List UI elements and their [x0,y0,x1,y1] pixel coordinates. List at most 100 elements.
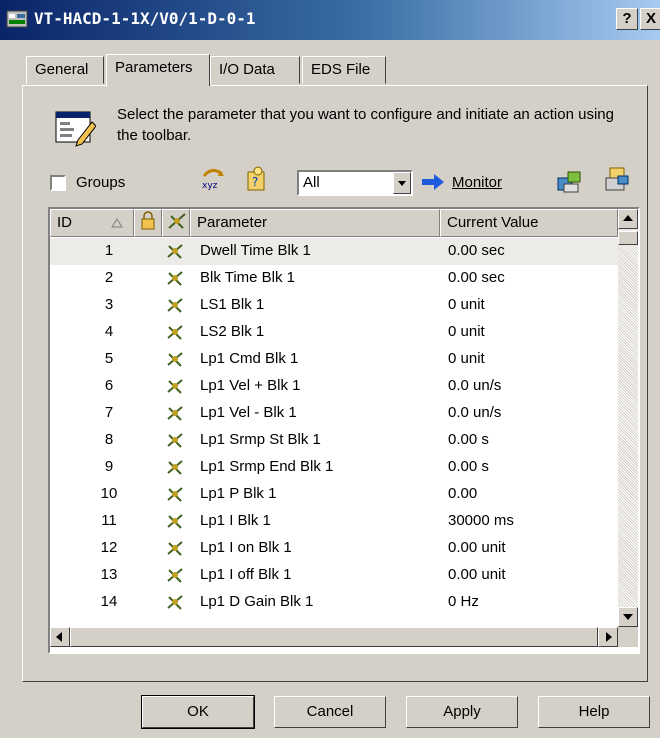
row-current-value: 30000 ms [448,512,514,529]
table-row[interactable]: 10 Lp1 P Blk 1 0.00 [50,481,618,508]
row-parameter: Lp1 Vel - Blk 1 [200,404,297,421]
tab-io-data[interactable]: I/O Data [210,56,300,84]
svg-text:?: ? [252,175,258,189]
monitor-arrow-icon[interactable] [420,172,446,192]
ok-button[interactable]: OK [141,695,255,729]
sort-xyz-icon[interactable]: xyz [200,166,226,192]
apply-button[interactable]: Apply [406,696,518,728]
row-id: 14 [100,593,118,610]
row-parameter: Lp1 Srmp End Blk 1 [200,458,334,475]
filter-select-value: All [303,174,320,191]
row-parameter: Lp1 Srmp St Blk 1 [200,431,321,448]
table-row[interactable]: 5 Lp1 Cmd Blk 1 0 unit [50,346,618,373]
title-bar[interactable]: VT-HACD-1-1X/V0/1-D-0-1 ? X [0,0,660,40]
row-parameter: Lp1 Cmd Blk 1 [200,350,299,367]
row-parameter: LS2 Blk 1 [200,323,265,340]
column-header-parameter[interactable]: Parameter [190,209,440,237]
help-book-icon[interactable]: ? [244,166,270,192]
column-header-id[interactable]: ID [50,209,134,237]
close-button[interactable]: X [640,8,660,30]
tab-eds-file[interactable]: EDS File [302,56,386,84]
table-row[interactable]: 7 Lp1 Vel - Blk 1 0.0 un/s [50,400,618,427]
column-header-lock[interactable] [134,209,162,237]
parameter-type-icon [168,213,186,229]
scrollbar-corner [618,627,638,647]
table-row[interactable]: 12 Lp1 I on Blk 1 0.00 unit [50,535,618,562]
table-row[interactable]: 14 Lp1 D Gain Blk 1 0 Hz [50,589,618,616]
table-row[interactable]: 3 LS1 Blk 1 0 unit [50,292,618,319]
row-parameter: Lp1 I Blk 1 [200,512,271,529]
parameter-type-icon [167,541,183,556]
parameter-type-icon [167,379,183,394]
table-row[interactable]: 4 LS2 Blk 1 0 unit [50,319,618,346]
upload-parameters-icon[interactable] [556,168,582,194]
vertical-scrollbar[interactable] [618,209,638,627]
parameter-type-icon [167,568,183,583]
svg-text:xyz: xyz [202,181,218,191]
groups-checkbox[interactable] [50,175,66,191]
row-current-value: 0 unit [448,296,485,313]
row-parameter: Blk Time Blk 1 [200,269,296,286]
row-id: 4 [104,323,114,340]
parameter-type-icon [167,460,183,475]
row-current-value: 0 unit [448,350,485,367]
parameter-type-icon [167,487,183,502]
help-button[interactable]: Help [538,696,650,728]
row-id: 11 [101,512,117,529]
row-id: 13 [100,566,118,583]
row-current-value: 0.00 unit [448,539,506,556]
cancel-button[interactable]: Cancel [274,696,386,728]
tab-strip: General Parameters I/O Data EDS File [0,54,660,86]
column-header-id-label: ID [57,214,72,231]
edit-form-icon [55,111,96,147]
parameter-type-icon [167,352,183,367]
horizontal-scroll-thumb[interactable] [70,627,598,647]
column-header-current-value[interactable]: Current Value [440,209,618,237]
scroll-down-button[interactable] [618,607,638,627]
download-parameters-icon[interactable] [604,166,630,192]
horizontal-scrollbar[interactable] [50,627,618,647]
table-row[interactable]: 8 Lp1 Srmp St Blk 1 0.00 s [50,427,618,454]
parameter-grid[interactable]: ID Parameter Current Value 1 Dwell Time B… [48,207,640,654]
app-icon [6,10,28,28]
row-parameter: Lp1 D Gain Blk 1 [200,593,314,610]
table-row[interactable]: 11 Lp1 I Blk 1 30000 ms [50,508,618,535]
column-header-type[interactable] [162,209,190,237]
parameter-type-icon [167,595,183,610]
parameter-type-icon [167,433,183,448]
tab-general[interactable]: General [26,56,104,84]
arrow-left-icon [56,632,62,642]
sort-ascending-icon [111,218,123,228]
table-row[interactable]: 2 Blk Time Blk 1 0.00 sec [50,265,618,292]
parameter-type-icon [167,406,183,421]
row-id: 12 [100,539,118,556]
filter-select[interactable]: All [297,170,413,196]
row-id: 8 [104,431,114,448]
scroll-left-button[interactable] [50,627,70,647]
vertical-scroll-thumb[interactable] [618,231,638,245]
table-row[interactable]: 1 Dwell Time Blk 1 0.00 sec [50,238,618,265]
chevron-down-icon [398,181,406,186]
lock-icon [141,211,155,230]
table-row[interactable]: 9 Lp1 Srmp End Blk 1 0.00 s [50,454,618,481]
row-id: 1 [104,242,114,259]
tab-parameters[interactable]: Parameters [106,54,210,86]
window-title: VT-HACD-1-1X/V0/1-D-0-1 [34,9,256,28]
row-current-value: 0.00 unit [448,566,506,583]
row-id: 10 [100,485,118,502]
table-row[interactable]: 6 Lp1 Vel + Blk 1 0.0 un/s [50,373,618,400]
row-current-value: 0.0 un/s [448,377,502,394]
help-title-button[interactable]: ? [616,8,638,30]
parameter-type-icon [167,271,183,286]
groups-label: Groups [76,174,126,191]
row-id: 5 [104,350,114,367]
scroll-up-button[interactable] [618,209,638,229]
row-current-value: 0 Hz [448,593,479,610]
filter-dropdown-button[interactable] [393,172,411,194]
scroll-right-button[interactable] [598,627,618,647]
monitor-button[interactable]: Monitor [452,174,502,191]
row-id: 3 [104,296,114,313]
row-current-value: 0.00 s [448,431,489,448]
table-row[interactable]: 13 Lp1 I off Blk 1 0.00 unit [50,562,618,589]
row-current-value: 0.00 sec [448,269,505,286]
